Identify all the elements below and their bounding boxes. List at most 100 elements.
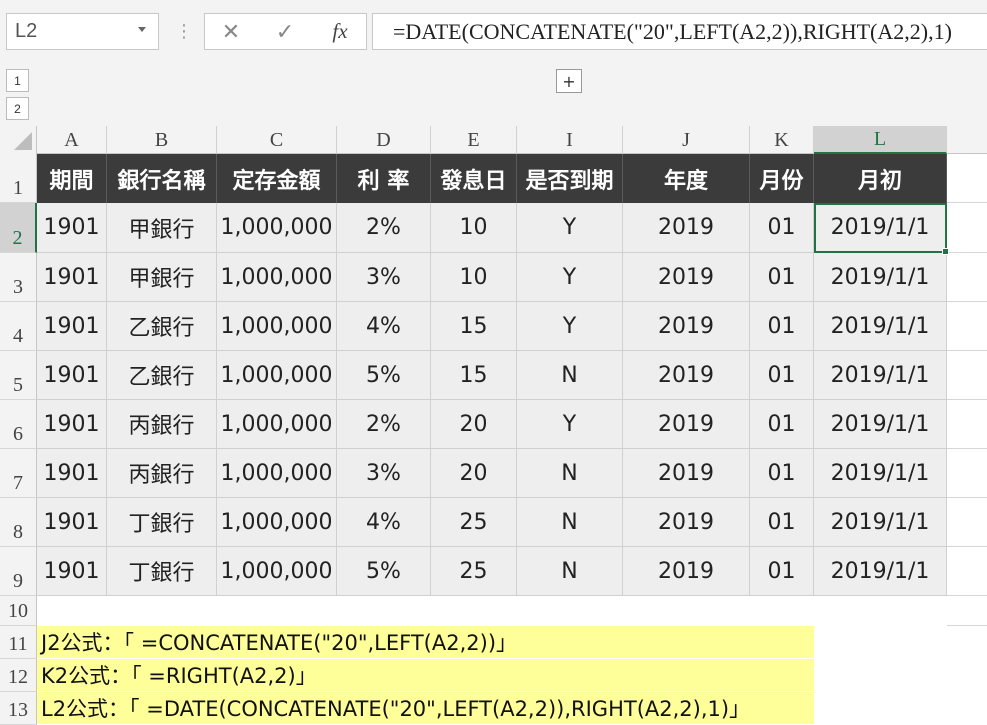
header-cell-b[interactable]: 銀行名稱: [107, 154, 217, 203]
row-header-12[interactable]: 12: [0, 659, 37, 692]
enter-icon[interactable]: ✓: [271, 14, 299, 49]
cell-a9[interactable]: 1901: [37, 547, 107, 596]
cell-e9[interactable]: 25: [431, 547, 517, 596]
cell-e2[interactable]: 10: [431, 203, 517, 253]
cell-d9[interactable]: 5%: [337, 547, 431, 596]
cell-k6[interactable]: 01: [750, 400, 814, 449]
cell-a4[interactable]: 1901: [37, 302, 107, 351]
cell-e7[interactable]: 20: [431, 449, 517, 498]
cell-l5[interactable]: 2019/1/1: [814, 351, 947, 400]
cancel-icon[interactable]: ✕: [217, 14, 245, 49]
expand-group-button[interactable]: +: [556, 69, 582, 93]
cell-j5[interactable]: 2019: [623, 351, 750, 400]
column-header-b[interactable]: B: [107, 126, 217, 154]
cell-i5[interactable]: N: [517, 351, 623, 400]
cell-j6[interactable]: 2019: [623, 400, 750, 449]
insert-function-icon[interactable]: fx: [325, 14, 355, 49]
column-header-j[interactable]: J: [623, 126, 750, 154]
cell-a8[interactable]: 1901: [37, 498, 107, 547]
row-header-2[interactable]: 2: [0, 203, 37, 253]
header-cell-e[interactable]: 發息日: [431, 154, 517, 203]
cell-b7[interactable]: 丙銀行: [107, 449, 217, 498]
formula-note-1[interactable]: J2公式：「 =CONCATENATE("20",LEFT(A2,2))」: [37, 626, 814, 658]
cell-a3[interactable]: 1901: [37, 253, 107, 302]
name-box-dropdown-icon[interactable]: [138, 27, 146, 32]
outline-level-2-button[interactable]: 2: [6, 97, 29, 120]
fill-handle[interactable]: [942, 248, 949, 255]
row-header-7[interactable]: 7: [0, 449, 37, 498]
cell-e3[interactable]: 10: [431, 253, 517, 302]
cell-d5[interactable]: 5%: [337, 351, 431, 400]
header-cell-i[interactable]: 是否到期: [517, 154, 623, 203]
row-header-6[interactable]: 6: [0, 400, 37, 449]
cell-e4[interactable]: 15: [431, 302, 517, 351]
cell-c3[interactable]: 1,000,000: [217, 253, 337, 302]
cell-l6[interactable]: 2019/1/1: [814, 400, 947, 449]
cell-l9[interactable]: 2019/1/1: [814, 547, 947, 596]
cell-c9[interactable]: 1,000,000: [217, 547, 337, 596]
cell-i6[interactable]: Y: [517, 400, 623, 449]
row-header-3[interactable]: 3: [0, 253, 37, 302]
cell-c5[interactable]: 1,000,000: [217, 351, 337, 400]
cell-e6[interactable]: 20: [431, 400, 517, 449]
cell-d4[interactable]: 4%: [337, 302, 431, 351]
header-cell-k[interactable]: 月份: [750, 154, 814, 203]
cell-j2[interactable]: 2019: [623, 203, 750, 253]
header-cell-l[interactable]: 月初: [814, 154, 947, 203]
cell-i2[interactable]: Y: [517, 203, 623, 253]
cell-c4[interactable]: 1,000,000: [217, 302, 337, 351]
cell-l3[interactable]: 2019/1/1: [814, 253, 947, 302]
cell-b4[interactable]: 乙銀行: [107, 302, 217, 351]
header-cell-c[interactable]: 定存金額: [217, 154, 337, 203]
column-header-e[interactable]: E: [431, 126, 517, 154]
cell-i8[interactable]: N: [517, 498, 623, 547]
cell-j4[interactable]: 2019: [623, 302, 750, 351]
formula-input[interactable]: =DATE(CONCATENATE("20",LEFT(A2,2)),RIGHT…: [372, 13, 987, 50]
cell-b5[interactable]: 乙銀行: [107, 351, 217, 400]
cell-a6[interactable]: 1901: [37, 400, 107, 449]
cell-c8[interactable]: 1,000,000: [217, 498, 337, 547]
column-header-d[interactable]: D: [337, 126, 431, 154]
cell-k8[interactable]: 01: [750, 498, 814, 547]
row-header-10[interactable]: 10: [0, 596, 37, 626]
column-header-c[interactable]: C: [217, 126, 337, 154]
cell-d6[interactable]: 2%: [337, 400, 431, 449]
cell-i3[interactable]: Y: [517, 253, 623, 302]
cell-d8[interactable]: 4%: [337, 498, 431, 547]
cell-d2[interactable]: 2%: [337, 203, 431, 253]
column-header-a[interactable]: A: [37, 126, 107, 154]
formula-note-3[interactable]: L2公式：「 =DATE(CONCATENATE("20",LEFT(A2,2)…: [37, 692, 814, 724]
cell-i4[interactable]: Y: [517, 302, 623, 351]
cell-e8[interactable]: 25: [431, 498, 517, 547]
cell-j8[interactable]: 2019: [623, 498, 750, 547]
cell-k9[interactable]: 01: [750, 547, 814, 596]
row-header-11[interactable]: 11: [0, 626, 37, 659]
cell-l8[interactable]: 2019/1/1: [814, 498, 947, 547]
row-header-13[interactable]: 13: [0, 692, 37, 725]
cell-d3[interactable]: 3%: [337, 253, 431, 302]
row-header-9[interactable]: 9: [0, 547, 37, 596]
cell-d7[interactable]: 3%: [337, 449, 431, 498]
cell-c7[interactable]: 1,000,000: [217, 449, 337, 498]
cell-k5[interactable]: 01: [750, 351, 814, 400]
cell-l4[interactable]: 2019/1/1: [814, 302, 947, 351]
column-header-k[interactable]: K: [750, 126, 814, 154]
cell-j3[interactable]: 2019: [623, 253, 750, 302]
cell-b2[interactable]: 甲銀行: [107, 203, 217, 253]
cell-b8[interactable]: 丁銀行: [107, 498, 217, 547]
cell-a2[interactable]: 1901: [37, 203, 107, 253]
outline-level-1-button[interactable]: 1: [6, 69, 29, 92]
cell-j7[interactable]: 2019: [623, 449, 750, 498]
cell-k4[interactable]: 01: [750, 302, 814, 351]
column-header-i[interactable]: I: [517, 126, 623, 154]
formula-note-2[interactable]: K2公式：「 =RIGHT(A2,2)」: [37, 659, 814, 691]
row-header-8[interactable]: 8: [0, 498, 37, 547]
cell-j9[interactable]: 2019: [623, 547, 750, 596]
row-header-4[interactable]: 4: [0, 302, 37, 351]
header-cell-j[interactable]: 年度: [623, 154, 750, 203]
cell-k7[interactable]: 01: [750, 449, 814, 498]
cell-c6[interactable]: 1,000,000: [217, 400, 337, 449]
row-header-1[interactable]: 1: [0, 154, 37, 203]
cell-b6[interactable]: 丙銀行: [107, 400, 217, 449]
cell-e5[interactable]: 15: [431, 351, 517, 400]
